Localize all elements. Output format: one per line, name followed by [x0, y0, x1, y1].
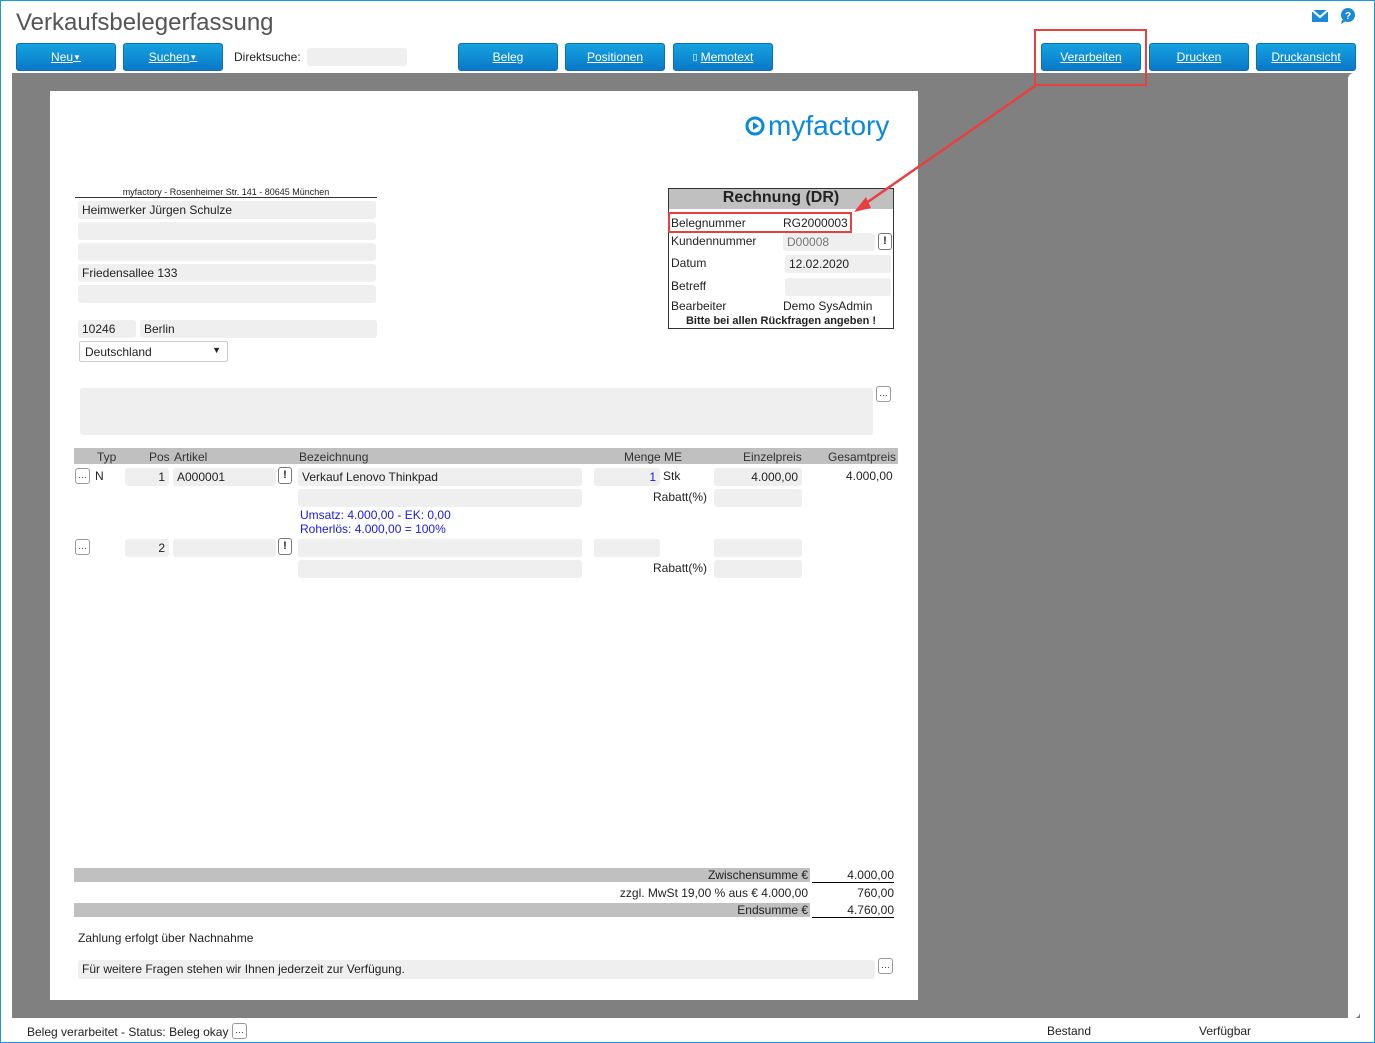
address-line5[interactable]: [78, 285, 376, 303]
row-gesamtpreis: 4.000,00: [846, 469, 893, 483]
logo-text: myfactory: [768, 110, 890, 141]
play-circle-icon: [745, 116, 765, 136]
row-einzelpreis[interactable]: 4.000,00: [714, 468, 802, 486]
col-einzelpreis: Einzelpreis: [743, 450, 802, 464]
bestand-label: Bestand: [1047, 1024, 1092, 1038]
vat-label: zzgl. MwSt 19,00 % aus € 4.000,00: [619, 886, 808, 900]
svg-text:?: ?: [1345, 11, 1351, 22]
new-button[interactable]: Neu ▼: [16, 43, 116, 71]
artikel-info-button[interactable]: !: [278, 467, 292, 484]
direct-search-label: Direktsuche:: [234, 50, 301, 64]
direct-search-input[interactable]: [307, 48, 407, 66]
row-artikel[interactable]: [173, 539, 276, 557]
subtotal-label: Zwischensumme €: [707, 868, 808, 882]
col-menge-me: Menge ME: [624, 450, 683, 464]
clipboard-icon: ▯: [692, 51, 698, 62]
zip-field[interactable]: 10246: [78, 320, 136, 338]
kundennummer-info-button[interactable]: !: [878, 233, 892, 250]
total-label: Endsumme €: [737, 903, 808, 917]
invoice-title: Rechnung (DR): [669, 189, 893, 209]
row-menge[interactable]: [594, 539, 660, 557]
address-line3[interactable]: [78, 243, 376, 261]
memotext-button[interactable]: ▯ Memotext: [673, 43, 773, 71]
betreff-field[interactable]: [785, 278, 891, 296]
total-value: 4.760,00: [812, 903, 894, 918]
country-select[interactable]: Deutschland ▼: [79, 341, 228, 362]
row-pos[interactable]: 2: [125, 539, 169, 557]
status-more-button[interactable]: …: [232, 1023, 247, 1039]
country-value: Deutschland: [85, 345, 152, 359]
memotext-label: Memotext: [700, 50, 754, 64]
address-street[interactable]: Friedensallee 133: [78, 264, 376, 282]
rabatt-label: Rabatt(%): [653, 490, 708, 504]
address-line2[interactable]: [78, 222, 376, 240]
help-icon[interactable]: ?: [1340, 8, 1356, 24]
header-text-more-button[interactable]: …: [876, 386, 891, 402]
row-me: Stk: [663, 469, 681, 483]
footer-text-more-button[interactable]: …: [878, 958, 893, 974]
scrollbar[interactable]: [1348, 73, 1360, 1018]
betreff-label: Betreff: [671, 279, 707, 293]
row-more-button[interactable]: …: [75, 539, 90, 555]
row-more-button[interactable]: …: [75, 468, 90, 484]
drucken-button[interactable]: Drucken: [1149, 43, 1249, 71]
row-bezeichnung[interactable]: Verkauf Lenovo Thinkpad: [298, 468, 582, 486]
new-label: Neu: [51, 50, 74, 64]
search-label: Suchen: [148, 50, 190, 64]
row-bezeichnung2[interactable]: [298, 489, 582, 507]
datum-field[interactable]: 12.02.2020: [785, 255, 891, 273]
footer-text-area[interactable]: Für weitere Fragen stehen wir Ihnen jede…: [78, 960, 875, 979]
artikel-info-button[interactable]: !: [278, 538, 292, 555]
row-einzelpreis[interactable]: [714, 539, 802, 557]
bearbeiter-label: Bearbeiter: [671, 299, 727, 313]
myfactory-logo: myfactory: [745, 110, 889, 142]
beleg-button[interactable]: Beleg: [458, 43, 558, 71]
dropdown-caret-icon: ▼: [189, 52, 198, 62]
header-text-area[interactable]: [80, 388, 873, 435]
col-artikel: Artikel: [174, 450, 208, 464]
col-typ: Typ: [97, 450, 117, 464]
subtotal-value: 4.000,00: [812, 868, 894, 883]
rabatt-field[interactable]: [714, 489, 802, 507]
search-button[interactable]: Suchen ▼: [123, 43, 223, 71]
highlight-belegnummer: [668, 212, 852, 233]
rabatt-field[interactable]: [714, 560, 802, 578]
address-line1[interactable]: Heimwerker Jürgen Schulze: [78, 201, 376, 219]
row-umsatz: Umsatz: 4.000,00 - EK: 0,00: [300, 508, 451, 522]
dropdown-caret-icon: ▼: [73, 52, 81, 62]
status-text: Beleg verarbeitet - Status: Beleg okay: [27, 1025, 229, 1039]
kundennummer-label: Kundennummer: [671, 234, 757, 248]
rabatt-label: Rabatt(%): [653, 561, 708, 575]
kundennummer-field[interactable]: D00008: [783, 233, 875, 251]
verfuegbar-label: Verfügbar: [1199, 1024, 1252, 1038]
mail-icon[interactable]: [1312, 10, 1328, 22]
row-bezeichnung2[interactable]: [298, 560, 582, 578]
positionen-button[interactable]: Positionen: [565, 43, 665, 71]
row-typ: N: [95, 469, 104, 483]
datum-label: Datum: [671, 256, 707, 270]
row-roherloes: Roherlös: 4.000,00 = 100%: [300, 522, 446, 536]
row-artikel[interactable]: A000001: [173, 468, 276, 486]
vat-value: 760,00: [857, 886, 894, 900]
col-gesamtpreis: Gesamtpreis: [828, 450, 897, 464]
row-bezeichnung[interactable]: [298, 539, 582, 557]
col-bezeichnung: Bezeichnung: [299, 450, 369, 464]
row-menge[interactable]: 1: [594, 468, 660, 486]
col-pos: Pos: [149, 450, 170, 464]
bearbeiter-value: Demo SysAdmin: [783, 299, 873, 313]
chevron-down-icon: ▼: [212, 345, 221, 355]
highlight-verarbeiten: [1034, 29, 1147, 86]
reference-note: Bitte bei allen Rückfragen angeben !: [685, 315, 877, 327]
city-field[interactable]: Berlin: [140, 320, 377, 338]
page-title: Verkaufsbelegerfassung: [16, 9, 274, 36]
sender-line: myfactory - Rosenheimer Str. 141 - 80645…: [75, 187, 377, 198]
row-pos[interactable]: 1: [125, 468, 169, 486]
druckansicht-button[interactable]: Druckansicht: [1256, 43, 1356, 71]
payment-text: Zahlung erfolgt über Nachnahme: [78, 931, 254, 945]
